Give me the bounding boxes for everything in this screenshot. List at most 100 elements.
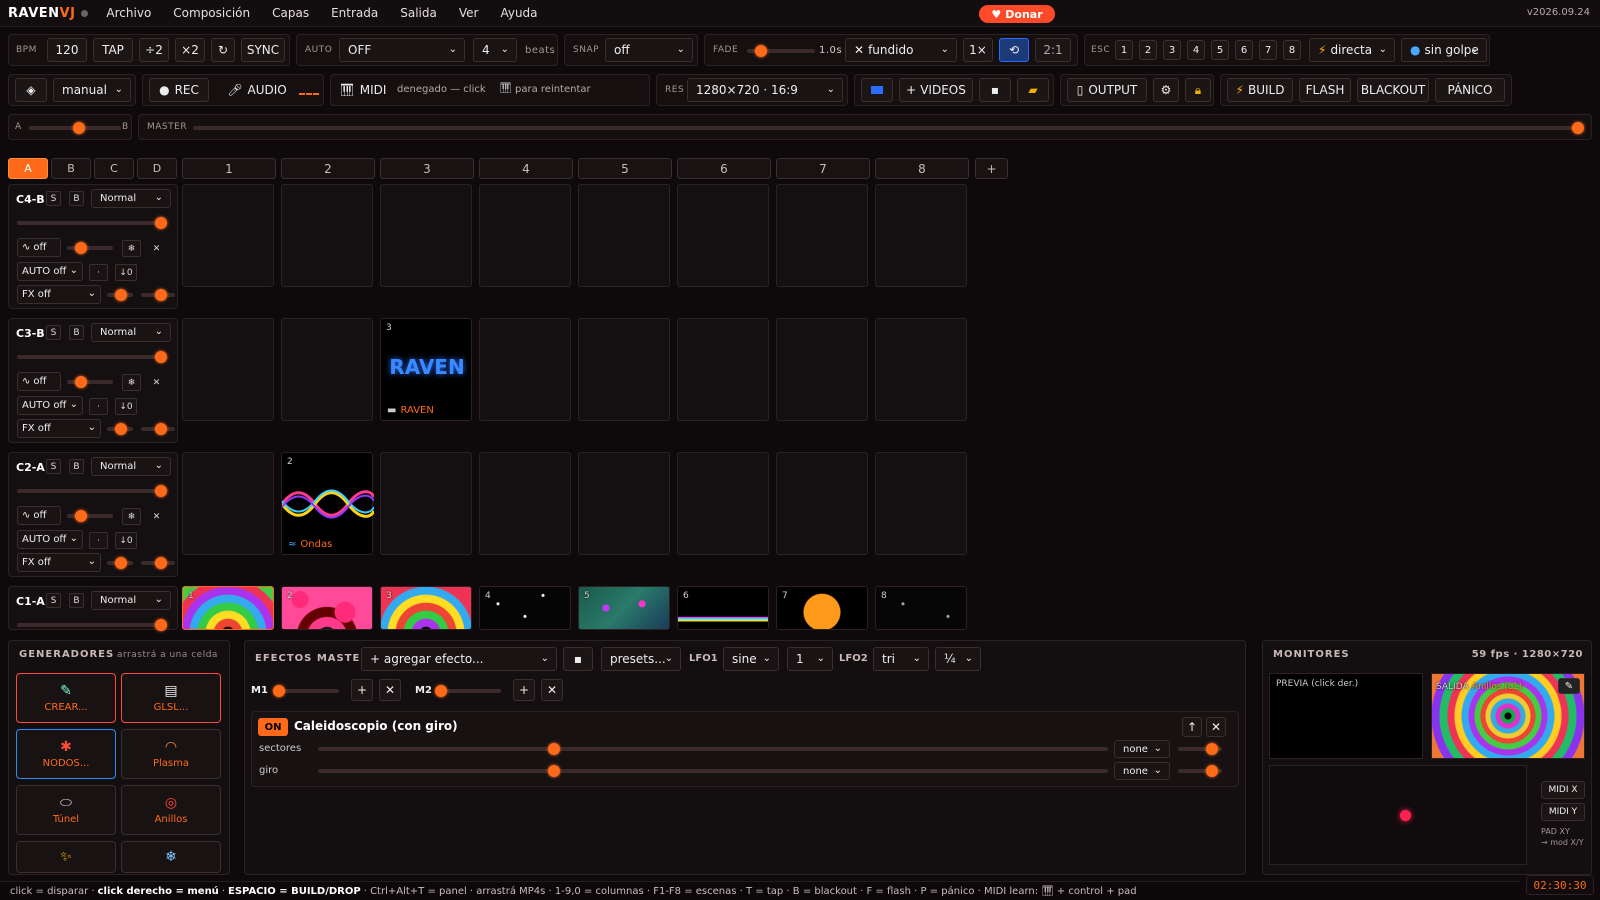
output-button[interactable]: ▯ OUTPUT <box>1067 78 1147 102</box>
scene-8-button[interactable]: 8 <box>1283 40 1301 60</box>
scene-4-button[interactable]: 4 <box>1187 40 1205 60</box>
opacity-track[interactable] <box>17 623 163 627</box>
generator-create[interactable]: ✎ CREAR... <box>16 673 116 723</box>
bpm-input[interactable]: 120 <box>47 38 87 62</box>
opacity-knob[interactable] <box>155 485 167 497</box>
clip-cell[interactable] <box>875 184 967 287</box>
generator-tunnel[interactable]: ⬭ Túnel <box>16 785 116 835</box>
save-icon[interactable]: ▪ <box>979 78 1011 102</box>
half-tempo-button[interactable]: ÷2 <box>139 38 169 62</box>
output-monitor[interactable]: SALIDA · Anillos (c1) ✎ <box>1431 673 1585 759</box>
scene-7-button[interactable]: 7 <box>1259 40 1277 60</box>
column-4-header[interactable]: 4 <box>479 158 573 179</box>
clip-cell[interactable]: 7 <box>776 586 868 630</box>
bypass-button[interactable]: B <box>69 459 84 474</box>
lfo-knob[interactable] <box>75 376 87 388</box>
menu-ver[interactable]: Ver <box>459 6 479 20</box>
xy-pad-cursor[interactable] <box>1400 810 1411 821</box>
gear-icon[interactable]: ⚙ <box>1153 78 1179 102</box>
double-tempo-button[interactable]: ×2 <box>175 38 205 62</box>
param-giro-knob[interactable] <box>548 765 560 777</box>
add-videos-button[interactable]: + VIDEOS <box>899 78 973 102</box>
solo-button[interactable]: S <box>46 459 61 474</box>
macro2-remove-button[interactable]: ✕ <box>541 679 563 701</box>
beats-select[interactable]: 4 ⌄ <box>473 38 517 62</box>
snowflake-icon[interactable]: ❄ <box>122 374 141 391</box>
auto-select[interactable]: OFF ⌄ <box>339 38 465 62</box>
param-giro-depth-knob[interactable] <box>1206 765 1218 777</box>
panic-button[interactable]: PÁNICO <box>1435 78 1505 102</box>
clip-cell[interactable]: 2 ≈ Ondas <box>281 452 374 555</box>
lfo1-rate-select[interactable]: 1 ⌄ <box>787 647 833 671</box>
opacity-track[interactable] <box>17 221 163 225</box>
generator-plasma[interactable]: ◠ Plasma <box>121 729 221 779</box>
tap-button[interactable]: TAP <box>93 38 133 62</box>
clip-cell[interactable] <box>776 318 868 421</box>
opacity-knob[interactable] <box>155 351 167 363</box>
fx-mix-knob[interactable] <box>155 423 167 435</box>
reset-icon[interactable]: ↻ <box>211 38 235 62</box>
generator-glsl[interactable]: ▤ GLSL... <box>121 673 221 723</box>
midi-retry[interactable]: para reintentar <box>515 84 591 95</box>
fx-select[interactable]: FX off ⌄ <box>17 419 101 438</box>
auto-select[interactable]: AUTO off ⌄ <box>17 396 83 415</box>
clip-cell[interactable] <box>479 318 571 421</box>
lfo-select[interactable]: ∿ off <box>17 238 61 257</box>
effect-on-toggle[interactable]: ON <box>258 718 288 736</box>
move-up-icon[interactable]: ↑ <box>1182 717 1202 737</box>
column-7-header[interactable]: 7 <box>776 158 870 179</box>
dot-icon[interactable]: · <box>89 398 108 415</box>
deck-tab-c[interactable]: C <box>94 158 134 179</box>
fx-mix-knob[interactable] <box>155 557 167 569</box>
master-knob[interactable] <box>1572 122 1584 134</box>
clip-cell[interactable] <box>578 452 670 555</box>
blend-select[interactable]: Normal ⌄ <box>91 591 171 610</box>
scene-6-button[interactable]: 6 <box>1235 40 1253 60</box>
scene-1-button[interactable]: 1 <box>1115 40 1133 60</box>
clip-cell[interactable] <box>380 184 472 287</box>
clip-cell[interactable] <box>677 452 769 555</box>
param-sectores-knob[interactable] <box>548 743 560 755</box>
param-giro-mod-select[interactable]: none ⌄ <box>1114 762 1170 780</box>
midi-x-button[interactable]: MIDI X <box>1541 781 1585 799</box>
clip-cell[interactable] <box>479 184 571 287</box>
deck-tab-a[interactable]: A <box>8 158 48 179</box>
presets-select[interactable]: presets... ⌄ <box>601 647 681 671</box>
fx-knob[interactable] <box>115 289 127 301</box>
rec-button[interactable]: ● REC <box>149 78 209 102</box>
solo-button[interactable]: S <box>46 191 61 206</box>
blackout-button[interactable]: BLACKOUT <box>1357 78 1429 102</box>
menu-ayuda[interactable]: Ayuda <box>500 6 537 20</box>
macro2-knob[interactable] <box>435 685 447 697</box>
clip-cell[interactable] <box>776 452 868 555</box>
column-8-header[interactable]: 8 <box>875 158 969 179</box>
close-icon[interactable]: ✕ <box>147 240 166 257</box>
clip-cell[interactable]: 4 <box>479 586 571 630</box>
generator-snow[interactable]: ❄ <box>121 841 221 873</box>
fx-select[interactable]: FX off ⌄ <box>17 285 101 304</box>
midi-button[interactable]: 🎹︎ MIDI <box>335 78 391 102</box>
dot-icon[interactable]: · <box>89 532 108 549</box>
snowflake-icon[interactable]: ❄ <box>122 240 141 257</box>
menu-composicion[interactable]: Composición <box>173 6 250 20</box>
clip-cell[interactable] <box>677 184 769 287</box>
clip-cell[interactable] <box>281 184 373 287</box>
clip-cell[interactable] <box>281 318 373 421</box>
donate-button[interactable]: ♥ Donar <box>979 5 1055 23</box>
generator-rings[interactable]: ◎ Anillos <box>121 785 221 835</box>
mode-select[interactable]: manual ⌄ <box>53 78 131 102</box>
clip-cell[interactable] <box>578 184 670 287</box>
clip-cell[interactable] <box>182 318 274 421</box>
param-sectores-mod-select[interactable]: none ⌄ <box>1114 740 1170 758</box>
bypass-button[interactable]: B <box>69 593 84 608</box>
param-giro-track[interactable] <box>318 769 1108 773</box>
clip-cell[interactable]: 8 <box>875 586 967 630</box>
bypass-button[interactable]: B <box>69 191 84 206</box>
menu-entrada[interactable]: Entrada <box>331 6 378 20</box>
opacity-track[interactable] <box>17 489 163 493</box>
cube-icon[interactable]: ◈ <box>15 78 47 102</box>
blend-select[interactable]: Normal ⌄ <box>91 457 171 476</box>
edit-icon[interactable]: ✎ <box>1558 678 1580 694</box>
lfo2-shape-select[interactable]: tri ⌄ <box>873 647 929 671</box>
hit-select[interactable]: ● sin golpe ⌄ <box>1401 38 1487 62</box>
